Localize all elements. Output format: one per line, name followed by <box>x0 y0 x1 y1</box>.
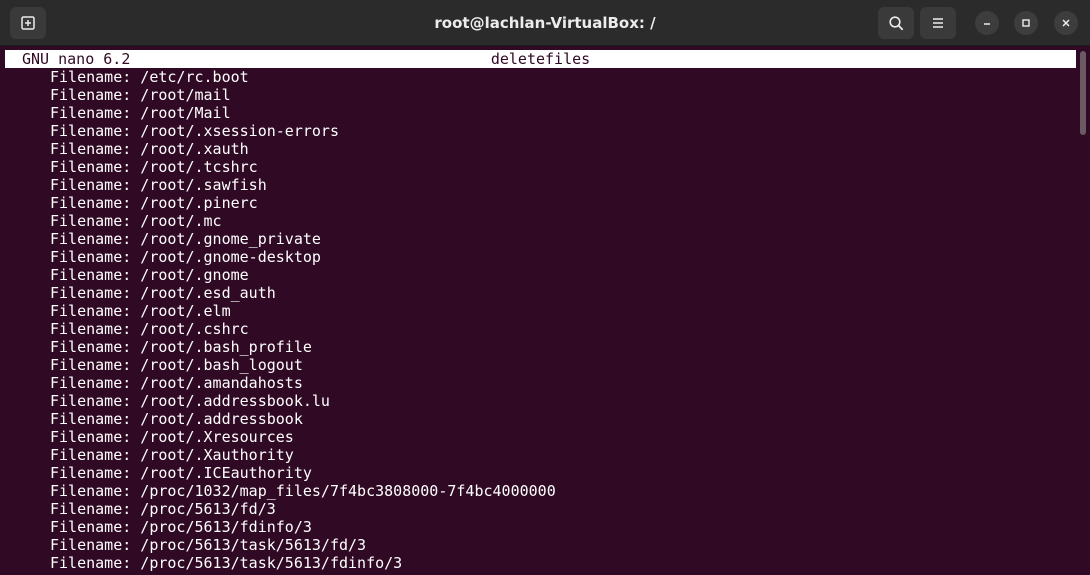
content-line: Filename: /root/Mail <box>50 104 231 122</box>
terminal-area[interactable]: GNU nano 6.2 deletefiles Filename: /etc/… <box>0 47 1090 575</box>
scrollbar[interactable] <box>1078 47 1090 575</box>
minimize-icon <box>984 23 990 25</box>
content-line: Filename: /root/.amandahosts <box>50 374 303 392</box>
content-line: Filename: /proc/5613/fd/3 <box>50 500 276 518</box>
content-line: Filename: /root/.mc <box>50 212 222 230</box>
content-line: Filename: /root/.Xauthority <box>50 446 294 464</box>
content-line: Filename: /etc/rc.boot <box>50 68 249 86</box>
maximize-button[interactable] <box>1014 11 1038 35</box>
menu-button[interactable] <box>920 7 956 39</box>
content-line: Filename: /root/.xauth <box>50 140 249 158</box>
content-line: Filename: /root/.gnome-desktop <box>50 248 321 266</box>
content-line: Filename: /root/.sawfish <box>50 176 267 194</box>
terminal-window: root@lachlan-VirtualBox: / GNU nano 6.2 … <box>0 0 1090 575</box>
content-line: Filename: /proc/5613/fdinfo/3 <box>50 518 312 536</box>
scrollbar-thumb[interactable] <box>1080 51 1086 135</box>
content-line: Filename: /root/.cshrc <box>50 320 249 338</box>
content-line: Filename: /root/.xsession-errors <box>50 122 339 140</box>
content-line: Filename: /proc/5613/task/5613/fd/3 <box>50 536 367 554</box>
content-line: Filename: /root/mail <box>50 86 231 104</box>
content-line: Filename: /root/.ICEauthority <box>50 464 312 482</box>
content-line: Filename: /root/.Xresources <box>50 428 294 446</box>
new-tab-icon <box>21 16 35 30</box>
nano-filename: deletefiles <box>490 50 591 68</box>
close-button[interactable] <box>1054 11 1078 35</box>
title-bar[interactable]: root@lachlan-VirtualBox: / <box>0 0 1090 46</box>
content-line: Filename: /root/.bash_logout <box>50 356 303 374</box>
nano-header-bar: GNU nano 6.2 deletefiles <box>5 50 1076 68</box>
content-line: Filename: /root/.addressbook.lu <box>50 392 330 410</box>
hamburger-menu-icon <box>933 18 943 28</box>
search-icon <box>889 16 904 31</box>
content-line: Filename: /root/.elm <box>50 302 231 320</box>
content-line: Filename: /proc/1032/map_files/7f4bc3808… <box>50 482 556 500</box>
content-line: Filename: /root/.bash_profile <box>50 338 312 356</box>
close-icon <box>1062 19 1070 27</box>
content-line: Filename: /root/.tcshrc <box>50 158 258 176</box>
minimize-button[interactable] <box>975 11 999 35</box>
file-content[interactable]: Filename: /etc/rc.boot Filename: /root/ma… <box>50 68 1070 572</box>
content-line: Filename: /root/.pinerc <box>50 194 258 212</box>
maximize-icon <box>1022 19 1030 27</box>
content-line: Filename: /root/.gnome_private <box>50 230 321 248</box>
content-line: Filename: /proc/5613/task/5613/fdinfo/3 <box>50 554 403 572</box>
content-line: Filename: /root/.gnome <box>50 266 249 284</box>
content-line: Filename: /root/.addressbook <box>50 410 303 428</box>
new-tab-button[interactable] <box>10 7 46 39</box>
nano-version: GNU nano 6.2 <box>22 50 131 68</box>
content-line: Filename: /root/.esd_auth <box>50 284 276 302</box>
search-button[interactable] <box>878 7 914 39</box>
